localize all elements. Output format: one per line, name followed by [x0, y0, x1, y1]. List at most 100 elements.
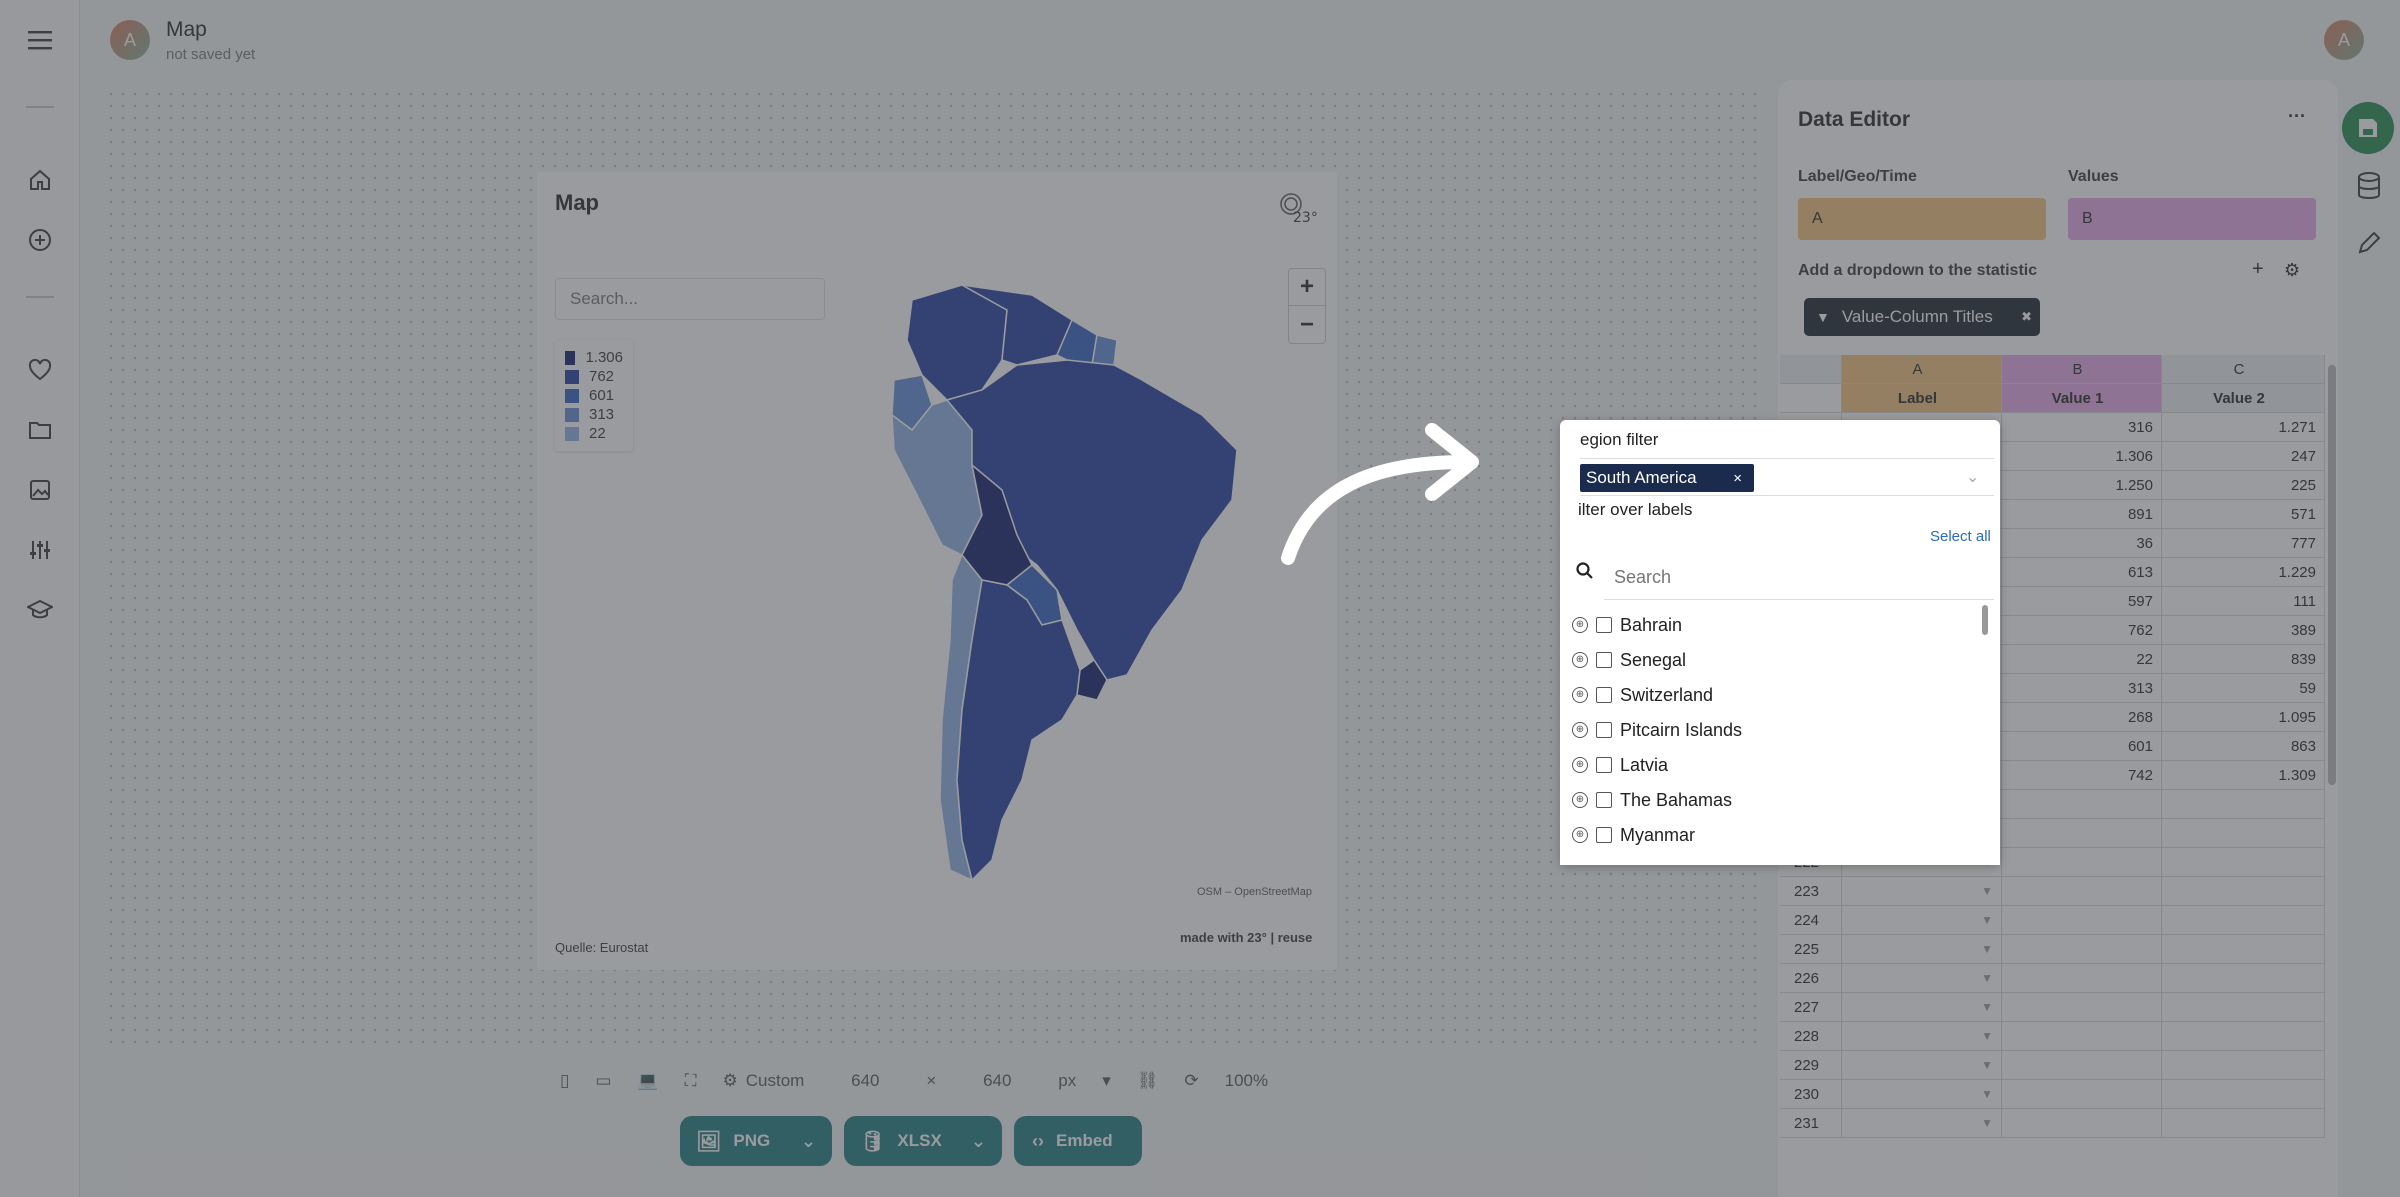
value2-cell[interactable] [2162, 1022, 2325, 1051]
filter-list-item[interactable]: ⊕ Senegal [1572, 645, 1686, 675]
chevron-down-icon[interactable]: ▼ [1981, 971, 1993, 985]
phone-icon[interactable]: ▯ [560, 1071, 569, 1091]
value2-cell[interactable]: 1.229 [2162, 558, 2325, 587]
chevron-down-icon[interactable]: ⌄ [971, 1131, 986, 1152]
gear-icon[interactable]: ⚙ [2284, 260, 2300, 281]
value2-cell[interactable]: 839 [2162, 645, 2325, 674]
label-cell[interactable]: ▼ [1842, 935, 2002, 964]
chevron-down-icon[interactable]: ▼ [1981, 1087, 1993, 1101]
value2-cell[interactable]: 777 [2162, 529, 2325, 558]
chip-close-icon[interactable]: ✖ [2021, 309, 2032, 325]
row-number[interactable]: 227 [1780, 993, 1842, 1022]
row-number[interactable]: 228 [1780, 1022, 1842, 1051]
save-icon[interactable] [2342, 102, 2394, 154]
chevron-down-icon[interactable]: ▼ [1981, 884, 1993, 898]
value2-cell[interactable]: 1.309 [2162, 761, 2325, 790]
refresh-icon[interactable]: ⟳ [1184, 1071, 1198, 1091]
value2-cell[interactable] [2162, 877, 2325, 906]
value1-cell[interactable] [2002, 877, 2162, 906]
value1-cell[interactable]: 891 [2002, 500, 2162, 529]
value1-cell[interactable] [2002, 1022, 2162, 1051]
row-header[interactable] [1780, 384, 1842, 413]
export-png-button[interactable]: 🖼 PNG ⌄ [680, 1116, 832, 1166]
graduation-cap-icon[interactable] [24, 594, 56, 626]
value2-cell[interactable] [2162, 848, 2325, 877]
list-scrollbar[interactable] [1982, 605, 1988, 635]
value2-cell[interactable]: 225 [2162, 471, 2325, 500]
value1-cell[interactable]: 36 [2002, 529, 2162, 558]
label-search-input[interactable] [1604, 556, 1994, 600]
filter-list-item[interactable]: ⊕ Pitcairn Islands [1572, 715, 1742, 745]
value1-cell[interactable]: 268 [2002, 703, 2162, 732]
chevron-down-icon[interactable]: ▼ [1981, 942, 1993, 956]
value1-cell[interactable]: 762 [2002, 616, 2162, 645]
tablet-icon[interactable]: ▭ [595, 1071, 611, 1091]
value1-cell[interactable] [2002, 1109, 2162, 1138]
label-cell[interactable]: ▼ [1842, 877, 2002, 906]
value1-cell[interactable] [2002, 935, 2162, 964]
pencil-icon[interactable] [2356, 230, 2382, 261]
folder-icon[interactable] [24, 414, 56, 446]
label-cell[interactable]: ▼ [1842, 1022, 2002, 1051]
value2-cell[interactable] [2162, 819, 2325, 848]
value2-cell[interactable]: 1.095 [2162, 703, 2325, 732]
value1-cell[interactable] [2002, 819, 2162, 848]
chevron-down-icon[interactable]: ▾ [1102, 1071, 1111, 1091]
width-input[interactable]: 640 [830, 1071, 900, 1091]
region-select[interactable]: South America × ⌄ [1580, 458, 1994, 496]
value1-cell[interactable]: 1.306 [2002, 442, 2162, 471]
size-preset[interactable]: Custom [746, 1071, 805, 1091]
heart-icon[interactable] [24, 354, 56, 386]
row-number[interactable]: 229 [1780, 1051, 1842, 1080]
row-number[interactable]: 223 [1780, 877, 1842, 906]
more-icon[interactable]: ··· [2288, 106, 2306, 127]
value2-cell[interactable] [2162, 790, 2325, 819]
chevron-down-icon[interactable]: ⌄ [801, 1131, 816, 1152]
embed-button[interactable]: ‹› Embed [1014, 1116, 1142, 1166]
filter-list-item[interactable]: ⊕ Myanmar [1572, 820, 1695, 850]
export-xlsx-button[interactable]: 🛢 XLSX ⌄ [844, 1116, 1002, 1166]
value2-cell[interactable] [2162, 964, 2325, 993]
value1-cell[interactable]: 597 [2002, 587, 2162, 616]
value1-cell[interactable]: 22 [2002, 645, 2162, 674]
avatar[interactable]: A [110, 20, 150, 60]
link-icon[interactable]: ⛓ [1137, 1071, 1159, 1091]
value1-cell[interactable]: 613 [2002, 558, 2162, 587]
value1-cell[interactable] [2002, 993, 2162, 1022]
value-column-titles-chip[interactable]: ▼ Value-Column Titles ✖ [1804, 298, 2040, 336]
label-cell[interactable]: ▼ [1842, 964, 2002, 993]
menu-icon[interactable] [24, 24, 56, 56]
item-checkbox[interactable] [1596, 757, 1612, 773]
image-icon[interactable] [24, 474, 56, 506]
chevron-down-icon[interactable]: ▼ [1981, 913, 1993, 927]
grid-scrollbar[interactable] [2328, 365, 2336, 785]
value1-cell[interactable] [2002, 848, 2162, 877]
map-attribution[interactable]: OSM – OpenStreetMap [1197, 886, 1312, 898]
value1-cell[interactable]: 316 [2002, 413, 2162, 442]
value1-cell[interactable]: 601 [2002, 732, 2162, 761]
region-tag[interactable]: South America × [1580, 464, 1754, 492]
column-header-c[interactable]: C [2162, 355, 2325, 384]
add-dropdown-button[interactable]: + [2252, 258, 2264, 281]
value1-cell[interactable] [2002, 1080, 2162, 1109]
user-avatar[interactable]: A [2324, 20, 2364, 60]
zoom-out-button[interactable]: − [1289, 306, 1325, 343]
row-number[interactable]: 226 [1780, 964, 1842, 993]
value2-cell[interactable] [2162, 906, 2325, 935]
map-south-america[interactable] [832, 280, 1252, 900]
page-title[interactable]: Map [166, 18, 207, 42]
label-cell[interactable]: ▼ [1842, 993, 2002, 1022]
row-number[interactable]: 224 [1780, 906, 1842, 935]
label-column-field[interactable]: A [1798, 198, 2046, 240]
value2-cell[interactable] [2162, 1051, 2325, 1080]
label-cell[interactable]: ▼ [1842, 1051, 2002, 1080]
value2-cell[interactable]: 1.271 [2162, 413, 2325, 442]
zoom-in-button[interactable]: + [1289, 269, 1325, 306]
item-checkbox[interactable] [1596, 827, 1612, 843]
label-cell[interactable]: ▼ [1842, 1109, 2002, 1138]
zoom-level[interactable]: 100% [1225, 1071, 1268, 1091]
item-checkbox[interactable] [1596, 687, 1612, 703]
chevron-down-icon[interactable]: ▼ [1981, 1116, 1993, 1130]
value1-cell[interactable]: 313 [2002, 674, 2162, 703]
value2-cell[interactable]: 247 [2162, 442, 2325, 471]
